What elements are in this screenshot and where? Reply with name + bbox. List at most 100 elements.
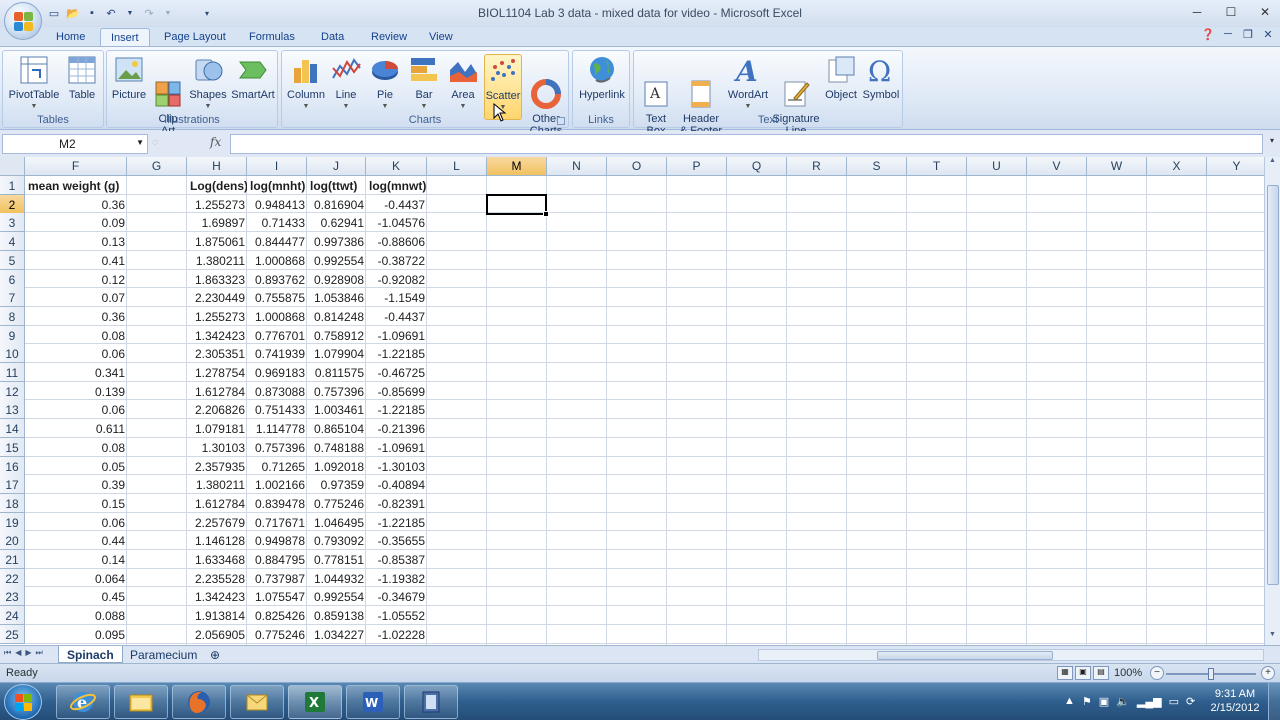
row-header-13[interactable]: 13: [0, 400, 25, 420]
column-header-g[interactable]: G: [127, 157, 187, 176]
area-chart-button[interactable]: Area ▼: [444, 54, 482, 113]
device-icon[interactable]: ▣: [1099, 695, 1109, 708]
table-cell[interactable]: 0.778151: [307, 550, 366, 569]
table-cell[interactable]: -0.46725: [366, 363, 427, 382]
insert-sheet-icon[interactable]: ⊕: [202, 646, 228, 663]
workbook-minimize-icon[interactable]: ─: [1218, 28, 1238, 44]
table-cell[interactable]: -1.1549: [366, 288, 427, 307]
table-cell[interactable]: 0.71265: [247, 457, 307, 476]
table-cell[interactable]: 0.893762: [247, 270, 307, 289]
row-header-8[interactable]: 8: [0, 306, 25, 326]
line-chart-button[interactable]: Line ▼: [328, 54, 364, 113]
maximize-icon[interactable]: ☐: [1214, 2, 1248, 22]
zoom-in-icon[interactable]: +: [1261, 666, 1275, 680]
table-cell[interactable]: 0.969183: [247, 363, 307, 382]
table-cell[interactable]: -1.22185: [366, 513, 427, 532]
taskbar-excel[interactable]: X: [288, 685, 342, 719]
table-cell[interactable]: 2.056905: [187, 625, 247, 644]
first-sheet-icon[interactable]: ⏮: [4, 648, 11, 658]
table-cell[interactable]: 0.71433: [247, 213, 307, 232]
battery-icon[interactable]: ▭: [1169, 695, 1179, 708]
help-icon[interactable]: ❓: [1198, 28, 1218, 44]
table-cell[interactable]: 1.342423: [187, 326, 247, 345]
table-cell[interactable]: 0.741939: [247, 344, 307, 363]
taskbar-word[interactable]: W: [346, 685, 400, 719]
clock[interactable]: 9:31 AM 2/15/2012: [1200, 687, 1270, 715]
column-header-v[interactable]: V: [1027, 157, 1087, 176]
table-cell[interactable]: 1.255273: [187, 307, 247, 326]
table-cell[interactable]: -0.35655: [366, 531, 427, 550]
worksheet-grid[interactable]: F G H I J K L M N O P Q R S T U V W X Y 1 2 3 4 5 6 7 8 9 10 11 12 13 14 1…: [0, 157, 1264, 645]
network-signal-icon[interactable]: ▂▄▆: [1137, 695, 1162, 708]
vertical-scrollbar[interactable]: ▲ ▼: [1264, 157, 1280, 645]
row-header-16[interactable]: 16: [0, 456, 25, 476]
column-header-p[interactable]: P: [667, 157, 727, 176]
table-cell[interactable]: -1.30103: [366, 457, 427, 476]
table-cell[interactable]: 0.751433: [247, 400, 307, 419]
table-cell[interactable]: 0.139: [25, 382, 127, 401]
row-header-22[interactable]: 22: [0, 568, 25, 588]
table-cell[interactable]: -0.88606: [366, 232, 427, 251]
symbol-button[interactable]: Ω Symbol: [860, 54, 902, 101]
header-cell-f[interactable]: mean weight (g): [25, 176, 127, 195]
picture-button[interactable]: Picture: [109, 54, 149, 101]
fill-handle[interactable]: [543, 210, 549, 217]
table-cell[interactable]: 2.305351: [187, 344, 247, 363]
table-cell[interactable]: -1.04576: [366, 213, 427, 232]
table-cell[interactable]: 0.14: [25, 550, 127, 569]
table-cell[interactable]: 1.000868: [247, 251, 307, 270]
zoom-slider[interactable]: [1166, 668, 1256, 680]
column-header-r[interactable]: R: [787, 157, 847, 176]
sheet-tab-paramecium[interactable]: Paramecium: [122, 646, 205, 663]
tab-review[interactable]: Review: [361, 28, 417, 48]
table-cell[interactable]: 0.36: [25, 307, 127, 326]
start-button[interactable]: [4, 684, 42, 720]
table-cell[interactable]: 0.825426: [247, 606, 307, 625]
row-header-23[interactable]: 23: [0, 587, 25, 607]
table-cell[interactable]: 1.69897: [187, 213, 247, 232]
insert-function-button[interactable]: fx: [210, 135, 221, 149]
page-layout-view-icon[interactable]: ▣: [1075, 666, 1091, 680]
row-header-9[interactable]: 9: [0, 325, 25, 345]
hyperlink-button[interactable]: Hyperlink: [575, 54, 629, 101]
table-cell[interactable]: 1.000868: [247, 307, 307, 326]
table-cell[interactable]: 0.41: [25, 251, 127, 270]
table-cell[interactable]: 0.36: [25, 195, 127, 214]
office-button[interactable]: [4, 2, 42, 40]
table-cell[interactable]: 1.342423: [187, 587, 247, 606]
formula-input[interactable]: [230, 134, 1263, 154]
column-header-m[interactable]: M: [487, 157, 547, 176]
horizontal-scroll-thumb[interactable]: [877, 651, 1053, 660]
charts-dialog-launcher-icon[interactable]: [557, 117, 565, 125]
normal-view-icon[interactable]: ▦: [1057, 666, 1073, 680]
table-cell[interactable]: 0.949878: [247, 531, 307, 550]
column-header-x[interactable]: X: [1147, 157, 1207, 176]
table-cell[interactable]: 0.757396: [247, 438, 307, 457]
table-cell[interactable]: 0.611: [25, 419, 127, 438]
row-header-21[interactable]: 21: [0, 550, 25, 569]
tab-home[interactable]: Home: [46, 28, 95, 48]
table-cell[interactable]: 0.865104: [307, 419, 366, 438]
prev-sheet-icon[interactable]: ◀: [15, 648, 21, 658]
table-cell[interactable]: 0.776701: [247, 326, 307, 345]
table-cell[interactable]: 0.06: [25, 400, 127, 419]
zoom-level[interactable]: 100%: [1114, 667, 1142, 679]
row-header-6[interactable]: 6: [0, 269, 25, 289]
column-chart-button[interactable]: Column ▼: [284, 54, 328, 113]
table-cell[interactable]: 0.09: [25, 213, 127, 232]
table-cell[interactable]: 0.13: [25, 232, 127, 251]
column-header-y[interactable]: Y: [1207, 157, 1264, 176]
flag-icon[interactable]: ⚑: [1082, 695, 1092, 708]
table-cell[interactable]: 1.146128: [187, 531, 247, 550]
row-header-1[interactable]: 1: [0, 176, 25, 195]
table-cell[interactable]: 0.737987: [247, 569, 307, 588]
table-cell[interactable]: 1.633468: [187, 550, 247, 569]
tab-insert[interactable]: Insert: [100, 28, 150, 48]
table-cell[interactable]: 1.255273: [187, 195, 247, 214]
table-cell[interactable]: 1.079904: [307, 344, 366, 363]
tab-page-layout[interactable]: Page Layout: [154, 28, 236, 48]
row-header-25[interactable]: 25: [0, 624, 25, 644]
table-cell[interactable]: 0.45: [25, 587, 127, 606]
row-header-3[interactable]: 3: [0, 213, 25, 233]
table-cell[interactable]: -0.85699: [366, 382, 427, 401]
